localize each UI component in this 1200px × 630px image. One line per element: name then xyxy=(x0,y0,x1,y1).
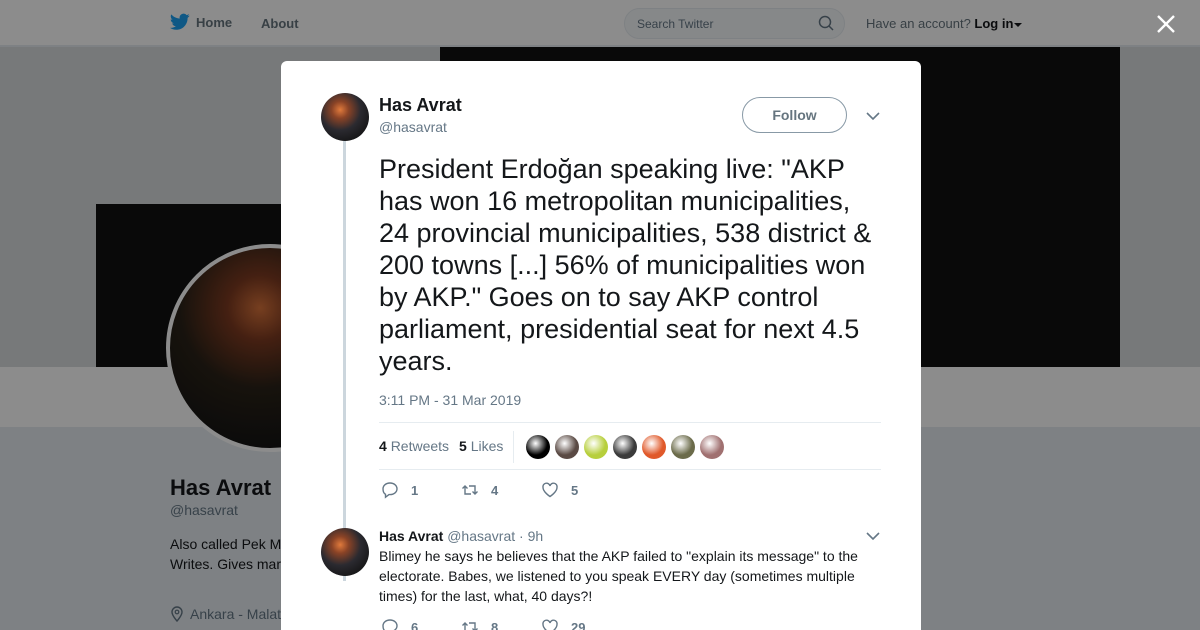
reply-count: 6 xyxy=(411,619,419,630)
chevron-down-icon[interactable] xyxy=(866,111,880,121)
reply-button[interactable]: 1 xyxy=(381,481,461,499)
likes-count: 5 xyxy=(459,438,467,454)
retweet-icon xyxy=(462,485,478,495)
reply-header: Has Avrat @hasavrat · 9h xyxy=(379,528,543,544)
like-count: 5 xyxy=(571,482,579,498)
retweet-button[interactable]: 8 xyxy=(461,618,541,630)
tweet-timestamp[interactable]: 3:11 PM - 31 Mar 2019 xyxy=(379,392,521,408)
retweet-count: 8 xyxy=(491,619,499,630)
author-handle[interactable]: @hasavrat xyxy=(379,119,447,135)
retweets-stat[interactable]: 4 Retweets xyxy=(379,438,449,454)
reply-actions: 6 8 29 xyxy=(381,618,621,630)
heart-icon xyxy=(542,619,558,630)
liker-avatars xyxy=(526,435,724,459)
tweet-stats: 4 Retweets 5 Likes xyxy=(379,422,881,470)
heart-icon xyxy=(542,482,558,498)
retweet-count: 4 xyxy=(491,482,499,498)
liker-avatar[interactable] xyxy=(584,435,608,459)
reply-icon xyxy=(382,619,398,630)
retweet-button[interactable]: 4 xyxy=(461,481,541,499)
author-avatar[interactable] xyxy=(321,93,369,141)
tweet-actions: 1 4 5 xyxy=(381,481,621,499)
liker-avatar[interactable] xyxy=(671,435,695,459)
liker-avatar[interactable] xyxy=(555,435,579,459)
like-button[interactable]: 29 xyxy=(541,618,621,630)
like-count: 29 xyxy=(571,619,586,630)
liker-avatar[interactable] xyxy=(642,435,666,459)
liker-avatar[interactable] xyxy=(526,435,550,459)
liker-avatar[interactable] xyxy=(613,435,637,459)
reply-text: Blimey he says he believes that the AKP … xyxy=(379,548,858,604)
like-button[interactable]: 5 xyxy=(541,481,621,499)
retweets-count: 4 xyxy=(379,438,387,454)
retweets-label: Retweets xyxy=(390,438,450,454)
tweet-text: President Erdoğan speaking live: "AKP ha… xyxy=(379,154,872,376)
likes-label: Likes xyxy=(470,438,504,454)
author-name[interactable]: Has Avrat xyxy=(379,95,462,116)
close-icon[interactable] xyxy=(1155,13,1177,35)
chevron-down-icon[interactable] xyxy=(866,531,880,541)
reply-author-avatar[interactable] xyxy=(321,528,369,576)
reply-button[interactable]: 6 xyxy=(381,618,461,630)
likes-stat[interactable]: 5 Likes xyxy=(459,438,503,454)
follow-button[interactable]: Follow xyxy=(742,97,847,133)
liker-avatar[interactable] xyxy=(700,435,724,459)
tweet-modal: Has Avrat @hasavrat Follow President Erd… xyxy=(281,61,921,630)
reply-author-name[interactable]: Has Avrat xyxy=(379,528,443,544)
thread-line xyxy=(343,141,346,581)
reply-time[interactable]: · 9h xyxy=(519,528,543,544)
reply-count: 1 xyxy=(411,482,419,498)
retweet-icon xyxy=(462,622,478,630)
reply-icon xyxy=(382,482,398,499)
reply-author-handle[interactable]: @hasavrat xyxy=(447,528,515,544)
